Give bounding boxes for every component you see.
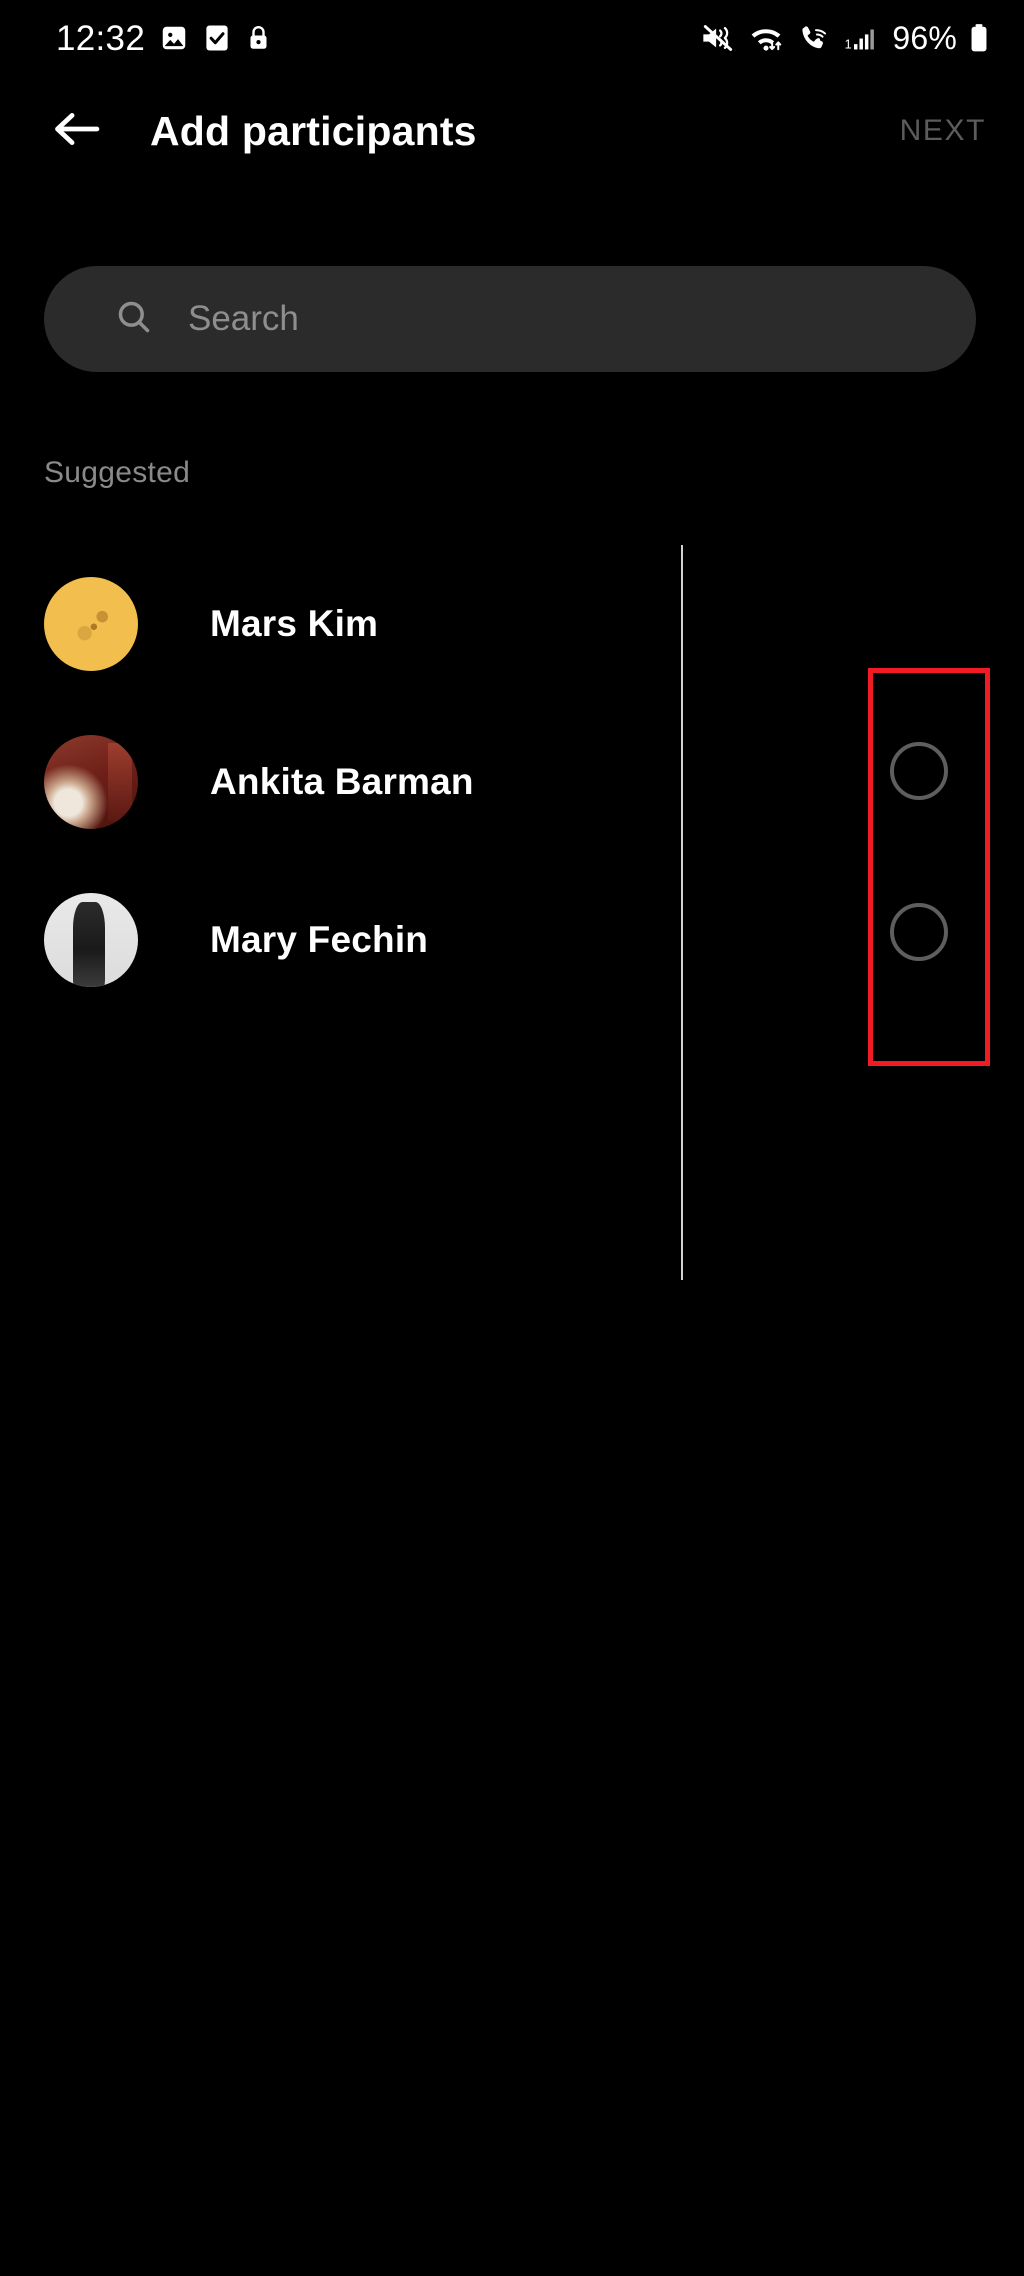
status-bar-right: 1 96% bbox=[700, 20, 990, 57]
search-placeholder-text: Search bbox=[188, 299, 299, 338]
search-field-wrapper[interactable]: Search bbox=[44, 266, 976, 372]
list-item[interactable]: Mars Kim bbox=[0, 545, 1024, 703]
back-button[interactable] bbox=[28, 83, 124, 179]
search-input[interactable]: Search bbox=[44, 266, 976, 372]
contact-select-circle-mary-fechin[interactable] bbox=[890, 903, 948, 961]
svg-text:1: 1 bbox=[845, 38, 852, 52]
avatar bbox=[44, 735, 138, 829]
app-bar: Add participants NEXT bbox=[0, 76, 1024, 186]
page-title: Add participants bbox=[150, 107, 477, 154]
status-bar-left: 12:32 bbox=[56, 21, 272, 56]
battery-percent-label: 96% bbox=[892, 19, 957, 56]
avatar bbox=[44, 577, 138, 671]
vertical-divider bbox=[681, 545, 683, 1280]
contact-name: Mars Kim bbox=[210, 603, 379, 644]
volume-mute-vibrate-icon bbox=[700, 22, 736, 54]
battery-icon bbox=[968, 22, 990, 54]
contact-name: Mary Fechin bbox=[210, 919, 429, 960]
section-header-suggested: Suggested bbox=[44, 456, 191, 489]
status-bar-clock: 12:32 bbox=[56, 18, 146, 58]
contact-select-circle-ankita-barman[interactable] bbox=[890, 742, 948, 800]
search-icon bbox=[114, 297, 154, 342]
checkbox-checked-icon bbox=[203, 23, 231, 53]
screenshot-image-icon bbox=[159, 23, 189, 53]
arrow-left-icon bbox=[50, 108, 102, 155]
avatar bbox=[44, 893, 138, 987]
list-item[interactable]: Ankita Barman bbox=[0, 703, 1024, 861]
contact-name: Ankita Barman bbox=[210, 761, 474, 802]
list-item[interactable]: Mary Fechin bbox=[0, 861, 1024, 1019]
status-bar: 12:32 1 96% bbox=[0, 0, 1024, 76]
wifi-data-transfer-icon bbox=[747, 22, 785, 54]
phone-screen: 12:32 1 96% Add participants NEXT Search… bbox=[0, 0, 1024, 2276]
lock-icon bbox=[245, 23, 272, 53]
next-button[interactable]: NEXT bbox=[900, 114, 986, 148]
suggested-contact-list: Mars Kim Ankita Barman Mary Fechin bbox=[0, 545, 1024, 1019]
wifi-calling-icon bbox=[796, 22, 832, 54]
cellular-signal-icon: 1 bbox=[843, 22, 877, 54]
